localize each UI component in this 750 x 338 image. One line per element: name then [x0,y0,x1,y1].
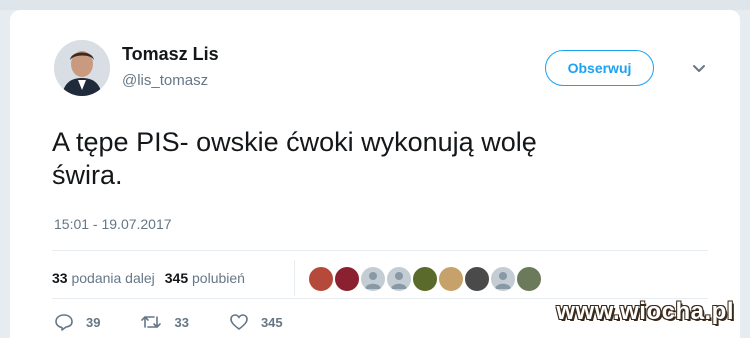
tweet-card: Tomasz Lis @lis_tomasz Obserwuj A tępe P… [10,10,740,338]
like-count: 345 [260,314,283,330]
tweet-text: A tępe PIS- owskie ćwoki wykonują wolę ś… [52,126,692,192]
liker-avatars [307,265,543,293]
liker-avatar[interactable] [437,265,465,293]
reply-icon [55,314,73,331]
likes-stat[interactable]: 345 polubień [165,270,245,286]
liker-avatar[interactable] [333,265,361,293]
liker-avatar[interactable] [359,265,387,293]
retweet-button[interactable]: 33 [140,312,189,332]
like-button[interactable]: 345 [229,312,283,332]
avatar-image [54,40,110,96]
liker-avatar[interactable] [515,265,543,293]
stats-separator [294,260,295,296]
author-name[interactable]: Tomasz Lis [122,44,219,65]
retweets-stat[interactable]: 33 podania dalej [52,270,155,286]
chevron-down-icon[interactable] [690,60,708,78]
avatar[interactable] [54,40,110,96]
retweet-count: 33 [174,314,189,330]
watermark: www.wiocha.pl [556,298,734,325]
liker-avatar[interactable] [385,265,413,293]
follow-button[interactable]: Obserwuj [545,50,654,86]
liker-avatar[interactable] [411,265,439,293]
divider [52,250,708,251]
liker-avatar[interactable] [463,265,491,293]
likes-label: polubień [192,270,245,286]
author-handle[interactable]: @lis_tomasz [122,72,208,89]
retweets-label: podania dalej [71,270,155,286]
background-strip [0,0,750,10]
liker-avatar[interactable] [489,265,517,293]
tweet-actions: 39 33 345 [54,312,323,332]
retweets-count: 33 [52,270,68,286]
reply-count: 39 [86,314,101,330]
tweet-text-line: A tępe PIS- owskie ćwoki wykonują wolę [52,127,537,157]
tweet-timestamp[interactable]: 15:01 - 19.07.2017 [54,216,172,232]
liker-avatar[interactable] [307,265,335,293]
reply-button[interactable]: 39 [54,312,100,332]
tweet-stats: 33 podania dalej 345 polubień [52,270,245,286]
heart-icon [230,314,248,330]
tweet-text-line: świra. [52,160,123,190]
likes-count: 345 [164,270,189,286]
retweet-icon [141,316,162,328]
